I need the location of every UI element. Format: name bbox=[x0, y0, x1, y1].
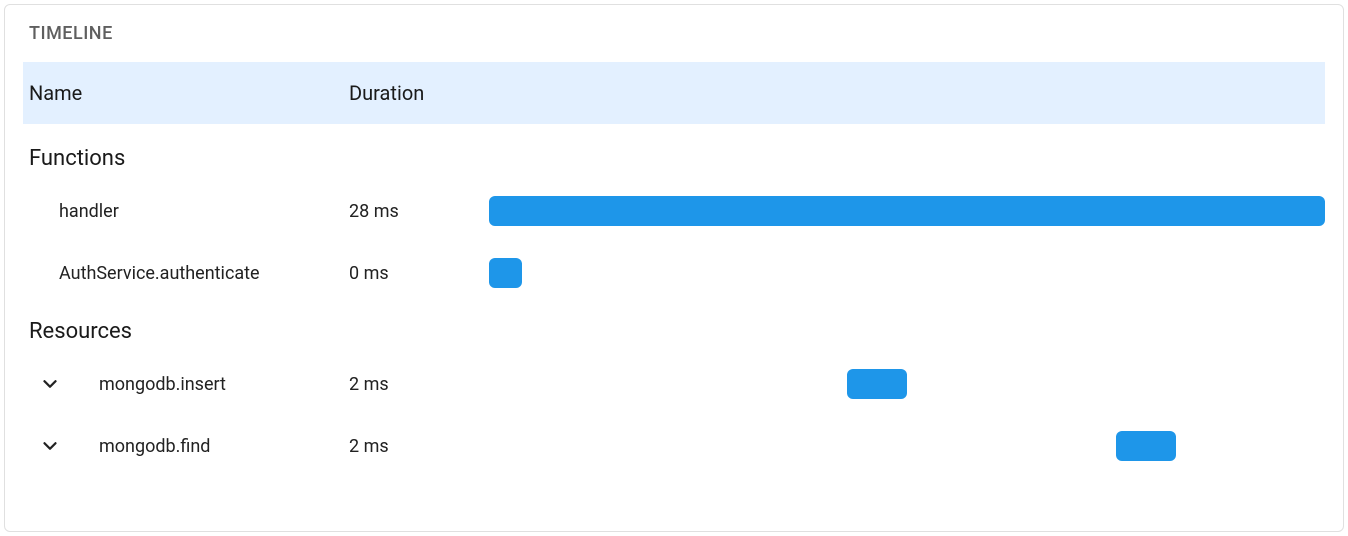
timeline-row-insert[interactable]: mongodb.insert 2 ms bbox=[23, 360, 1325, 408]
timeline-bar bbox=[847, 369, 907, 399]
card-title: TIMELINE bbox=[29, 23, 1325, 44]
timeline-row-auth: AuthService.authenticate 0 ms bbox=[23, 249, 1325, 297]
row-name: handler bbox=[59, 201, 119, 222]
section-functions: Functions bbox=[29, 146, 1325, 171]
timeline-card: TIMELINE Name Duration Functions handler… bbox=[4, 4, 1344, 532]
col-name-header: Name bbox=[29, 81, 82, 105]
timeline-bar bbox=[1116, 431, 1176, 461]
row-name: mongodb.find bbox=[99, 436, 210, 457]
timeline-row-find[interactable]: mongodb.find 2 ms bbox=[23, 422, 1325, 470]
timeline-bar bbox=[489, 258, 522, 288]
row-name: mongodb.insert bbox=[99, 374, 226, 395]
chevron-down-icon[interactable] bbox=[39, 373, 75, 395]
row-duration: 28 ms bbox=[349, 201, 399, 222]
chevron-down-icon[interactable] bbox=[39, 435, 75, 457]
col-duration-header: Duration bbox=[349, 81, 424, 105]
section-resources: Resources bbox=[29, 319, 1325, 344]
timeline-bar bbox=[489, 196, 1325, 226]
row-name: AuthService.authenticate bbox=[59, 263, 260, 284]
row-duration: 2 ms bbox=[349, 374, 389, 395]
row-duration: 2 ms bbox=[349, 436, 389, 457]
row-duration: 0 ms bbox=[349, 263, 389, 284]
table-header: Name Duration bbox=[23, 62, 1325, 124]
timeline-row-handler: handler 28 ms bbox=[23, 187, 1325, 235]
